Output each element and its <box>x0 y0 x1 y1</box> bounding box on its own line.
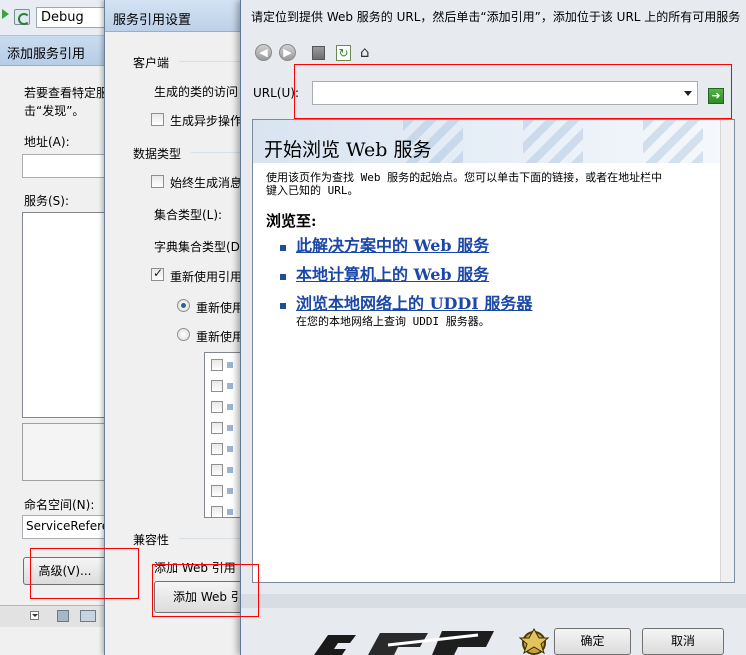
namespace-label: 命名空间(N): <box>24 498 95 512</box>
uddi-description: 在您的本地网络上查询 UDDI 服务器。 <box>296 315 490 328</box>
async-label: 生成异步操作 <box>170 114 243 128</box>
reuse-specified-radio[interactable] <box>177 328 190 341</box>
dialog-description: 若要查看特定服 击“发现”。 <box>24 86 108 118</box>
browser-intro: 使用该页作为查找 Web 服务的起始点。您可以单击下面的链接，或者在地址栏中 键… <box>266 171 663 197</box>
status-strip <box>0 605 108 627</box>
assembly-icon <box>227 362 233 368</box>
reuse-specified-label: 重新使用 <box>196 330 245 344</box>
assembly-icon <box>227 383 233 389</box>
always-generate-label: 始终生成消息 <box>170 176 243 190</box>
go-icon[interactable]: ➜ <box>708 88 724 104</box>
add-service-reference-dialog: 添加服务引用 若要查看特定服 击“发现”。 地址(A): 服务(S): 命名空间… <box>0 36 108 655</box>
client-group-label: 客户端 <box>133 56 170 70</box>
assembly-checkbox[interactable] <box>211 422 223 434</box>
browser-header: 开始浏览 Web 服务 <box>253 120 734 163</box>
bullet-icon <box>280 303 286 309</box>
advanced-button[interactable]: 高级(V)... <box>23 557 107 585</box>
services-label: 服务(S): <box>24 194 70 208</box>
back-icon[interactable]: ◀ <box>255 44 272 61</box>
url-label: URL(U): <box>253 86 299 100</box>
assembly-icon <box>227 404 233 410</box>
link-local-machine-services[interactable]: 本地计算机上的 Web 服务 <box>296 261 489 285</box>
pin-icon[interactable] <box>57 610 69 622</box>
header-decoration <box>523 120 583 163</box>
data-type-group-label: 数据类型 <box>133 147 182 161</box>
assembly-checkbox[interactable] <box>211 443 223 455</box>
window-icon[interactable] <box>80 610 96 622</box>
stop-icon[interactable] <box>312 46 325 60</box>
header-decoration <box>643 120 703 163</box>
reuse-types-checkbox[interactable] <box>151 266 164 281</box>
reuse-all-radio[interactable] <box>177 299 190 312</box>
generate-async-checkbox[interactable] <box>151 113 164 126</box>
assembly-icon <box>227 467 233 473</box>
access-level-label: 生成的类的访问 <box>154 85 239 99</box>
assembly-checkbox[interactable] <box>211 380 223 392</box>
chevron-down-icon[interactable] <box>684 91 692 96</box>
address-input[interactable] <box>22 154 108 178</box>
assembly-checkbox[interactable] <box>211 359 223 371</box>
assembly-icon <box>227 425 233 431</box>
assembly-icon <box>227 509 233 515</box>
always-generate-contracts-checkbox[interactable] <box>151 175 164 188</box>
dropdown-icon[interactable] <box>30 611 39 620</box>
collection-type-label: 集合类型(L): <box>154 208 223 222</box>
compatibility-description: 添加 Web 引用 <box>154 561 236 575</box>
assembly-icon <box>227 446 233 452</box>
bullet-icon <box>280 274 286 280</box>
forward-icon[interactable]: ▶ <box>279 44 296 61</box>
assembly-checkbox[interactable] <box>211 464 223 476</box>
services-list[interactable] <box>22 212 108 418</box>
compatibility-group-label: 兼容性 <box>133 533 170 547</box>
project-icon[interactable] <box>14 9 30 25</box>
dialog-footer <box>241 594 746 608</box>
assembly-checkbox[interactable] <box>211 506 223 518</box>
assembly-icon <box>227 488 233 494</box>
assembly-checkbox[interactable] <box>211 485 223 497</box>
refresh-icon[interactable]: ↻ <box>336 45 351 61</box>
namespace-input[interactable]: ServiceRefere <box>22 515 108 539</box>
link-solution-services[interactable]: 此解决方案中的 Web 服务 <box>296 232 489 256</box>
reuse-all-label: 重新使用 <box>196 301 245 315</box>
operations-panel <box>22 423 108 481</box>
instruction-text: 请定位到提供 Web 服务的 URL，然后单击“添加引用”，添加位于该 URL … <box>251 10 741 24</box>
web-browser-pane[interactable]: 开始浏览 Web 服务 使用该页作为查找 Web 服务的起始点。您可以单击下面的… <box>252 119 735 583</box>
start-debug-icon[interactable] <box>2 9 9 19</box>
vertical-scrollbar[interactable] <box>720 120 734 582</box>
address-label: 地址(A): <box>24 135 70 149</box>
bullet-icon <box>280 245 286 251</box>
add-web-reference-dialog: 请定位到提供 Web 服务的 URL，然后单击“添加引用”，添加位于该 URL … <box>240 0 746 655</box>
dictionary-collection-label: 字典集合类型(D <box>154 240 240 254</box>
assembly-checkbox[interactable] <box>211 401 223 413</box>
cancel-button[interactable]: 取消 <box>642 628 724 655</box>
url-combo[interactable] <box>312 81 698 105</box>
reuse-types-label: 重新使用引用 <box>170 270 243 284</box>
browser-page-title: 开始浏览 Web 服务 <box>264 139 432 161</box>
home-icon[interactable]: ⌂ <box>360 44 376 61</box>
dialog-title: 添加服务引用 <box>0 36 108 66</box>
browse-to-heading: 浏览至: <box>266 212 317 230</box>
link-uddi-servers[interactable]: 浏览本地网络上的 UDDI 服务器 <box>296 290 532 314</box>
ok-button[interactable]: 确定 <box>554 628 631 655</box>
